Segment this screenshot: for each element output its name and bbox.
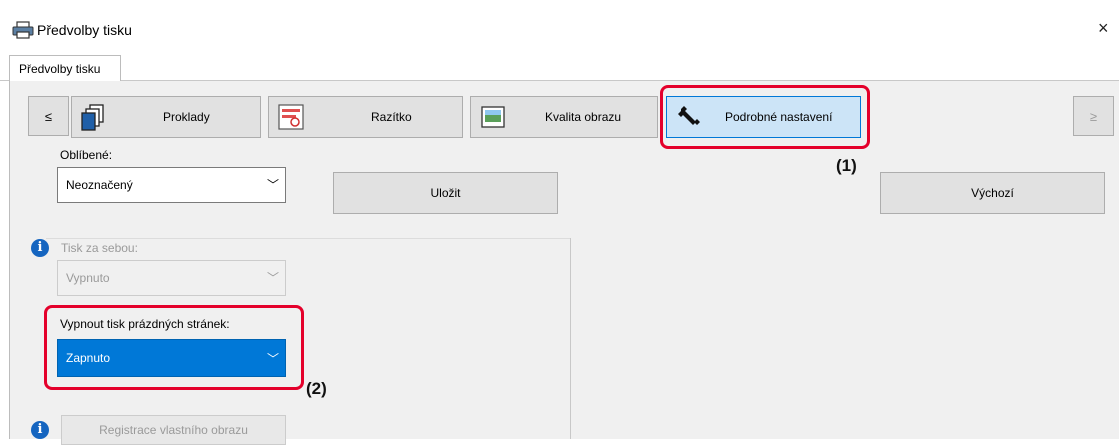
nav-next-button[interactable]: ≥	[1073, 96, 1114, 136]
blank-pages-label: Vypnout tisk prázdných stránek:	[60, 317, 230, 331]
category-kvalita-obrazu-button[interactable]: Kvalita obrazu	[470, 96, 658, 138]
favorites-select[interactable]: Neoznačený ﹀	[57, 167, 286, 203]
printer-icon	[12, 21, 34, 39]
window-title: Předvolby tisku	[37, 22, 132, 38]
save-button[interactable]: Uložit	[333, 172, 558, 214]
category-label: Kvalita obrazu	[545, 110, 622, 124]
title-bar	[0, 0, 1119, 50]
image-quality-icon	[479, 103, 507, 131]
chevron-down-icon: ﹀	[266, 178, 279, 192]
category-label: Razítko	[371, 110, 412, 124]
tandem-value: Vypnuto	[66, 271, 110, 285]
info-icon: i	[31, 421, 49, 439]
tandem-label: Tisk za sebou:	[61, 241, 138, 255]
tandem-select[interactable]: Vypnuto ﹀	[57, 260, 286, 296]
chevron-down-icon: ﹀	[266, 271, 279, 285]
category-label: Proklady	[163, 110, 210, 124]
callout-1: (1)	[836, 156, 857, 175]
tab-print-preferences[interactable]: Předvolby tisku	[9, 55, 121, 81]
category-proklady-button[interactable]: Proklady	[71, 96, 261, 138]
panel-separator	[570, 238, 571, 439]
stamp-icon	[277, 103, 305, 131]
nav-prev-button[interactable]: ≤	[28, 96, 69, 136]
callout-2: (2)	[306, 379, 327, 398]
chevron-down-icon: ﹀	[266, 352, 279, 366]
group-separator	[46, 238, 570, 239]
pages-stack-icon	[80, 103, 108, 131]
blank-pages-select[interactable]: Zapnuto ﹀	[57, 339, 286, 377]
info-icon: i	[31, 239, 49, 257]
close-button[interactable]: ×	[1098, 18, 1119, 42]
favorites-value: Neoznačený	[66, 178, 133, 192]
favorites-label: Oblíbené:	[60, 148, 113, 162]
highlight-frame-1	[660, 85, 870, 149]
category-razitko-button[interactable]: Razítko	[268, 96, 463, 138]
blank-pages-value: Zapnuto	[66, 351, 111, 365]
register-image-button[interactable]: Registrace vlastního obrazu	[61, 415, 286, 445]
default-button[interactable]: Výchozí	[880, 172, 1105, 214]
